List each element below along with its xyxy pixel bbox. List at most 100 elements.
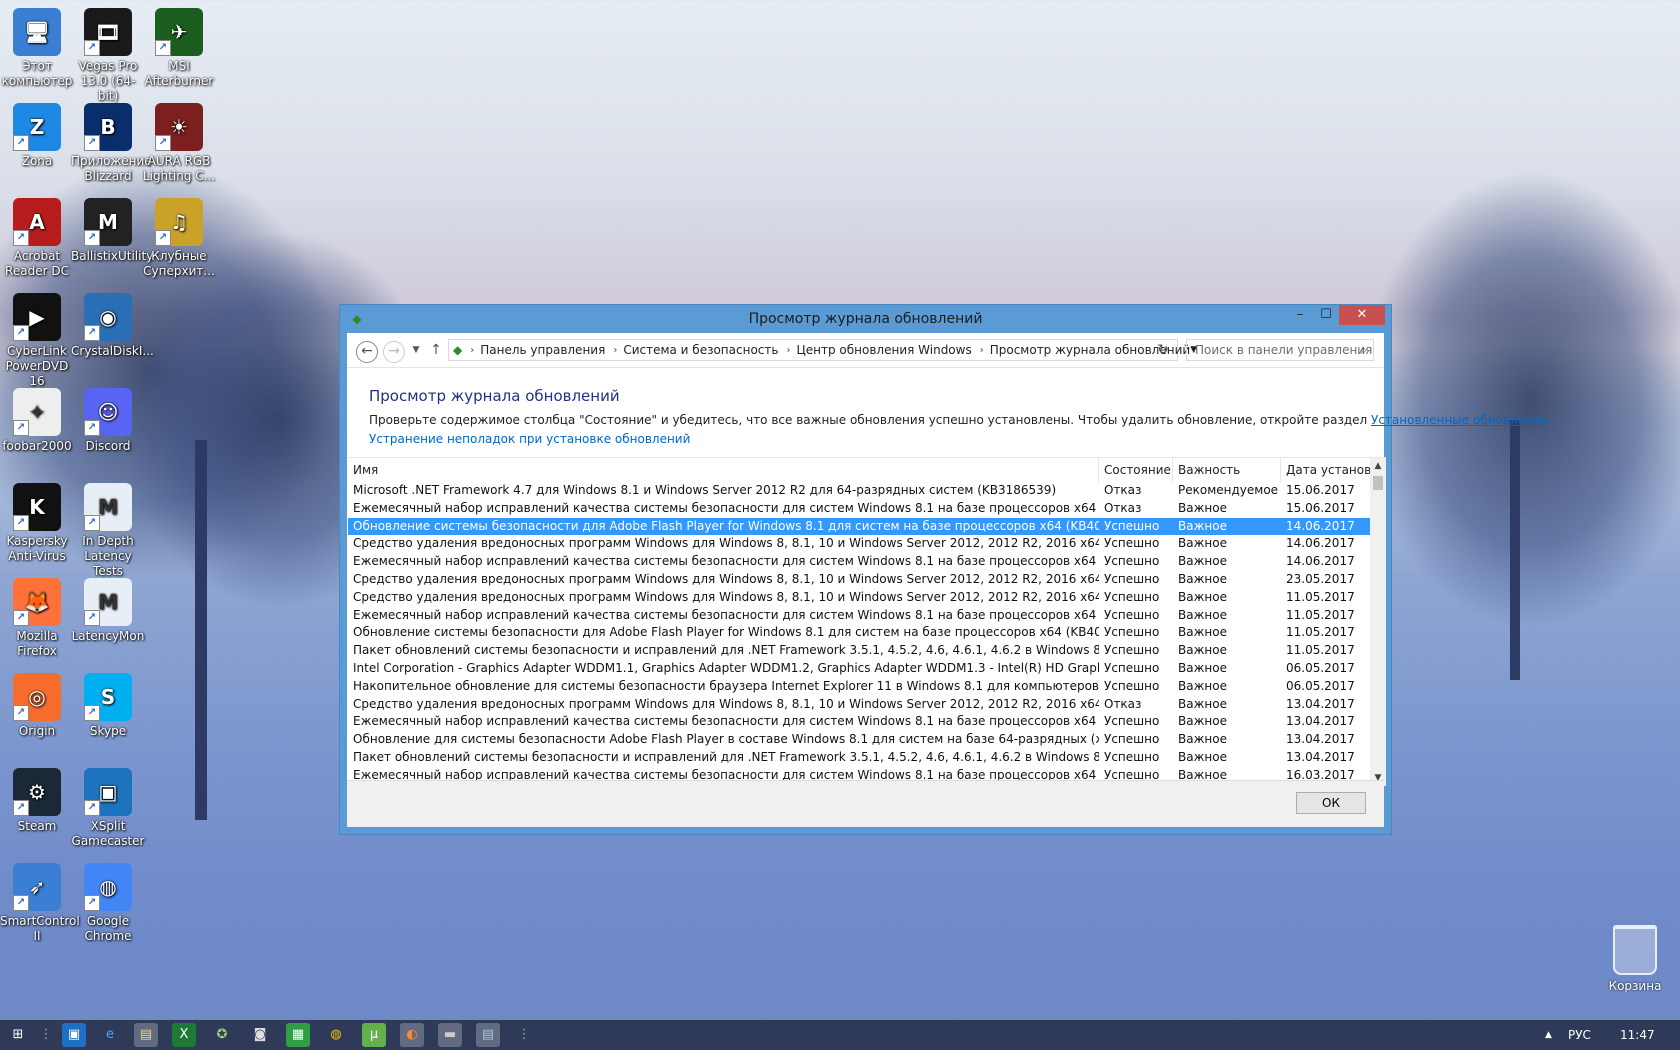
- recent-locations-button[interactable]: ▼: [406, 341, 426, 361]
- recycle-bin[interactable]: Корзина: [1598, 925, 1672, 993]
- utility-app-icon[interactable]: ◙: [248, 1023, 272, 1047]
- desktop-icon[interactable]: M ↗ LatencyMon: [71, 578, 145, 644]
- vertical-scrollbar[interactable]: ▲ ▼: [1370, 458, 1386, 786]
- torrent-icon[interactable]: μ: [362, 1023, 386, 1047]
- installed-updates-link[interactable]: Установленные обновления: [1371, 413, 1548, 427]
- chrome-icon[interactable]: ◍: [324, 1023, 348, 1047]
- column-name[interactable]: Имя: [348, 458, 1099, 482]
- close-button[interactable]: ✕: [1339, 305, 1385, 325]
- table-row[interactable]: Обновление системы безопасности для Adob…: [348, 624, 1386, 642]
- table-row[interactable]: Средство удаления вредоносных программ W…: [348, 571, 1386, 589]
- breadcrumb-control-panel[interactable]: Панель управления: [480, 343, 605, 357]
- table-row[interactable]: Ежемесячный набор исправлений качества с…: [348, 713, 1386, 731]
- desktop-icon[interactable]: B ↗ Приложение Blizzard: [71, 103, 152, 184]
- app-icon: ➶ ↗: [13, 863, 61, 911]
- desktop-icon[interactable]: ✈ ↗ MSI Afterburner: [142, 8, 216, 89]
- desktop-icon[interactable]: ➶ ↗ SmartControl II: [0, 863, 80, 944]
- table-row[interactable]: Пакет обновлений системы безопасности и …: [348, 642, 1386, 660]
- refresh-button[interactable]: ↻: [1153, 341, 1173, 361]
- control-panel-taskbar-icon[interactable]: ▤: [476, 1023, 500, 1047]
- language-indicator[interactable]: РУС: [1568, 1020, 1591, 1050]
- cell-importance: Важное: [1178, 714, 1227, 729]
- minimize-button[interactable]: –: [1287, 305, 1313, 325]
- table-row[interactable]: Пакет обновлений системы безопасности и …: [348, 749, 1386, 767]
- breadcrumb[interactable]: ◆ › Панель управления › Система и безопа…: [448, 339, 1197, 361]
- table-row[interactable]: Средство удаления вредоносных программ W…: [348, 535, 1386, 553]
- game-app-icon[interactable]: ✪: [210, 1023, 234, 1047]
- column-importance[interactable]: Важность: [1173, 458, 1281, 482]
- search-input[interactable]: Поиск в панели управления ⌕: [1186, 339, 1374, 361]
- maximize-button[interactable]: ☐: [1313, 305, 1339, 325]
- desktop-icon[interactable]: 🖥 Этот компьютер: [0, 8, 74, 89]
- troubleshoot-link[interactable]: Устранение неполадок при установке обнов…: [369, 432, 690, 446]
- firefox-icon[interactable]: ◐: [400, 1023, 424, 1047]
- taskbar-app-icon[interactable]: ▣: [62, 1023, 86, 1047]
- shortcut-arrow-icon: ↗: [84, 800, 100, 816]
- title-bar[interactable]: ◆ Просмотр журнала обновлений – ☐ ✕: [340, 305, 1391, 333]
- cell-name: Ежемесячный набор исправлений качества с…: [353, 607, 1099, 622]
- internet-explorer-icon[interactable]: e: [98, 1023, 122, 1047]
- up-button[interactable]: ↑: [426, 341, 446, 361]
- shortcut-arrow-icon: ↗: [84, 135, 100, 151]
- desktop-icon[interactable]: ✦ ↗ foobar2000: [0, 388, 74, 454]
- clock[interactable]: 11:47: [1620, 1020, 1655, 1050]
- cell-name: Пакет обновлений системы безопасности и …: [353, 643, 1099, 658]
- column-install-date[interactable]: Дата установки: [1281, 458, 1386, 482]
- desktop-icon[interactable]: M ↗ BallistixUtility: [71, 198, 153, 264]
- table-row[interactable]: Накопительное обновление для системы без…: [348, 678, 1386, 696]
- table-row[interactable]: Ежемесячный набор исправлений качества с…: [348, 607, 1386, 625]
- tray-expand-icon[interactable]: ▲: [1545, 1020, 1552, 1050]
- desktop-icon[interactable]: Z ↗ Zona: [0, 103, 74, 169]
- cell-status: Успешно: [1104, 589, 1160, 604]
- cell-date: 15.06.2017: [1286, 500, 1355, 515]
- desktop-icon-label: Google Chrome: [84, 914, 132, 943]
- desktop-icon[interactable]: ☺ ↗ Discord: [71, 388, 145, 454]
- ok-button[interactable]: ОК: [1296, 792, 1366, 814]
- breadcrumb-system-security[interactable]: Система и безопасность: [623, 343, 778, 357]
- desktop-icon[interactable]: S ↗ Skype: [71, 673, 145, 739]
- file-explorer-icon[interactable]: ▤: [134, 1023, 158, 1047]
- command-prompt-icon[interactable]: ▬: [438, 1023, 462, 1047]
- table-row[interactable]: Microsoft .NET Framework 4.7 для Windows…: [348, 482, 1386, 500]
- desktop-icon[interactable]: ♫ ↗ Клубные Суперхит...: [142, 198, 216, 279]
- column-status[interactable]: Состояние: [1099, 458, 1173, 482]
- cell-status: Отказ: [1104, 500, 1142, 515]
- table-header: Имя Состояние Важность Дата установки: [348, 458, 1386, 482]
- desktop-icon[interactable]: K ↗ Kaspersky Anti-Virus: [0, 483, 74, 564]
- desktop-icon-label: Zona: [21, 154, 53, 168]
- table-row[interactable]: Обновление системы безопасности для Adob…: [348, 517, 1386, 536]
- table-row[interactable]: Intel Corporation - Graphics Adapter WDD…: [348, 660, 1386, 678]
- back-button[interactable]: ←: [356, 341, 378, 363]
- desktop-icon[interactable]: ☀ ↗ AURA RGB Lighting C...: [142, 103, 216, 184]
- start-button[interactable]: ⊞: [6, 1023, 30, 1047]
- cell-name: Обновление для системы безопасности Adob…: [353, 732, 1099, 747]
- cell-date: 13.04.2017: [1286, 749, 1355, 764]
- desktop-icon[interactable]: ◉ ↗ CrystalDiskI...: [71, 293, 154, 359]
- calculator-icon[interactable]: ▦: [286, 1023, 310, 1047]
- desktop-icon[interactable]: M ↗ In Depth Latency Tests: [71, 483, 145, 579]
- desktop-icon[interactable]: ▣ ↗ XSplit Gamecaster: [71, 768, 145, 849]
- desktop-icon[interactable]: 🦊 ↗ Mozilla Firefox: [0, 578, 74, 659]
- desktop-icon[interactable]: ▶ ↗ CyberLink PowerDVD 16: [0, 293, 74, 389]
- app-icon: S ↗: [84, 673, 132, 721]
- table-row[interactable]: Средство удаления вредоносных программ W…: [348, 589, 1386, 607]
- cell-name: Средство удаления вредоносных программ W…: [353, 589, 1099, 604]
- desktop-icon[interactable]: ◎ ↗ Origin: [0, 673, 74, 739]
- table-row[interactable]: Ежемесячный набор исправлений качества с…: [348, 500, 1386, 518]
- table-row[interactable]: Обновление для системы безопасности Adob…: [348, 731, 1386, 749]
- forward-button[interactable]: →: [383, 341, 405, 363]
- excel-icon[interactable]: X: [172, 1023, 196, 1047]
- app-icon: ☀ ↗: [155, 103, 203, 151]
- scroll-up-icon[interactable]: ▲: [1370, 458, 1386, 474]
- desktop-icon[interactable]: ⚙ ↗ Steam: [0, 768, 74, 834]
- scroll-thumb[interactable]: [1373, 476, 1383, 490]
- desktop-icon-label: Acrobat Reader DC: [5, 249, 69, 278]
- table-row[interactable]: Ежемесячный набор исправлений качества с…: [348, 553, 1386, 571]
- desktop-icon[interactable]: ◍ ↗ Google Chrome: [71, 863, 145, 944]
- table-row[interactable]: Средство удаления вредоносных программ W…: [348, 696, 1386, 714]
- breadcrumb-windows-update[interactable]: Центр обновления Windows: [796, 343, 971, 357]
- desktop-icon[interactable]: A ↗ Acrobat Reader DC: [0, 198, 74, 279]
- desktop-icon[interactable]: 🎞 ↗ Vegas Pro 13.0 (64-bit): [71, 8, 145, 104]
- cell-date: 14.06.2017: [1286, 554, 1355, 569]
- desktop-icon-label: Приложение Blizzard: [71, 154, 152, 183]
